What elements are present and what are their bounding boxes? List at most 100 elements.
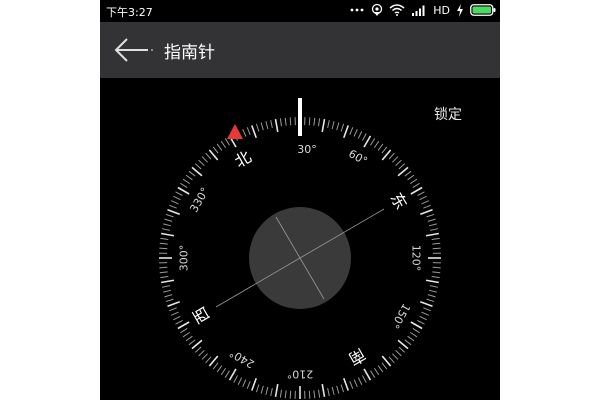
status-bar: 下午3:27 HD	[100, 0, 500, 22]
compass-tick	[251, 378, 257, 391]
compass-tick	[175, 191, 183, 197]
compass-tick	[349, 381, 354, 389]
compass-tick	[159, 242, 168, 245]
compass-tick	[381, 362, 388, 370]
compass-dial: 30° 北东南 西 60° 120° 150° 210° 240° 300° 330°	[159, 98, 441, 399]
compass-tick	[407, 335, 415, 342]
degree-label: 150°	[388, 301, 413, 330]
compass-tick	[188, 339, 196, 346]
compass-tick	[353, 379, 358, 388]
compass-tick	[265, 386, 269, 395]
compass-tick	[361, 375, 367, 383]
compass-tick	[392, 353, 399, 360]
compass-tick	[198, 159, 205, 166]
compass-tick	[289, 117, 292, 126]
compass-tick	[425, 232, 439, 237]
compass-tick	[175, 319, 183, 325]
compass-tick	[274, 119, 279, 133]
compass-tick	[327, 119, 330, 129]
compass-tick	[340, 384, 345, 393]
compass-tick	[373, 367, 380, 376]
compass-tick	[363, 135, 372, 148]
compass-tick	[233, 375, 239, 383]
charging-icon	[456, 3, 464, 17]
cardinal-label: 南	[345, 344, 368, 368]
network-type: HD	[433, 3, 450, 17]
compass-tick	[173, 195, 181, 201]
compass-tick	[161, 228, 171, 231]
compass-tick	[177, 321, 190, 330]
compass-tick	[255, 384, 260, 393]
compass-tick	[220, 367, 227, 376]
degree-label: 240°	[227, 346, 256, 371]
compass-tick	[420, 209, 433, 215]
status-icons: HD	[349, 3, 496, 17]
compass-tick	[417, 191, 425, 197]
compass-tick	[427, 294, 436, 298]
compass-tick	[194, 163, 202, 170]
compass-tick	[373, 140, 380, 149]
compass-tick	[426, 213, 435, 218]
compass-tick	[419, 195, 427, 201]
heading-label: 30°	[297, 143, 317, 156]
compass-tick	[167, 301, 180, 307]
compass-tick	[279, 118, 282, 127]
compass-tick	[349, 127, 354, 135]
compass-tick	[289, 390, 292, 399]
compass-tick	[419, 315, 427, 321]
compass-tick	[361, 133, 367, 141]
compass-tick	[159, 247, 168, 250]
wifi-icon	[389, 4, 405, 16]
compass-tick	[432, 266, 441, 269]
compass-tick	[265, 121, 269, 130]
compass-tick	[363, 368, 372, 381]
compass-tick	[321, 383, 326, 397]
app-bar: 指南针	[100, 22, 500, 78]
compass-tick	[398, 346, 406, 353]
compass-tick	[321, 119, 326, 133]
more-dots-icon	[349, 5, 365, 15]
compass-tick	[429, 228, 439, 231]
phone-screen: 下午3:27 HD 指南针 锁定 30° 北 东 南 西 60° 120° 15…	[100, 0, 500, 400]
compass-tick	[246, 127, 251, 135]
compass-tick	[392, 156, 399, 163]
compass-tick	[336, 385, 340, 394]
compass-tick	[426, 298, 435, 303]
compass-tick	[318, 118, 321, 127]
compass-tick	[427, 218, 436, 222]
compass-tick	[377, 365, 384, 373]
cardinal-label: 北	[231, 147, 254, 171]
compass-tick	[395, 350, 402, 357]
degree-label: 60°	[346, 147, 369, 168]
compass-tick	[432, 271, 441, 274]
compass-tick	[159, 271, 168, 274]
compass-tick	[201, 156, 208, 163]
compass-tick	[242, 379, 247, 388]
compass-tick	[274, 383, 279, 397]
compass-tick	[260, 122, 264, 131]
compass-tick	[429, 285, 439, 288]
compass-tick	[313, 117, 316, 126]
compass-tick	[395, 159, 402, 166]
compass-tick	[432, 247, 441, 250]
compass-tick	[185, 335, 193, 342]
compass-tick	[404, 170, 412, 177]
arrow-left-icon	[114, 38, 153, 62]
compass-tick	[410, 186, 423, 195]
compass-tick	[331, 386, 335, 395]
compass-tick	[432, 242, 441, 245]
compass-tick	[388, 356, 395, 364]
back-button[interactable]	[114, 36, 154, 64]
compass-tick	[336, 122, 340, 131]
compass-tick	[357, 131, 363, 139]
compass-tick	[167, 209, 180, 215]
compass-tick	[224, 138, 230, 146]
compass-tick	[160, 237, 169, 240]
compass-tick	[169, 204, 177, 209]
compass-tick	[313, 390, 316, 399]
compass-tick	[428, 223, 437, 227]
compass-tick	[388, 152, 395, 160]
compass-tick	[421, 200, 430, 205]
compass-tick	[177, 186, 190, 195]
compass-tick	[279, 389, 282, 398]
